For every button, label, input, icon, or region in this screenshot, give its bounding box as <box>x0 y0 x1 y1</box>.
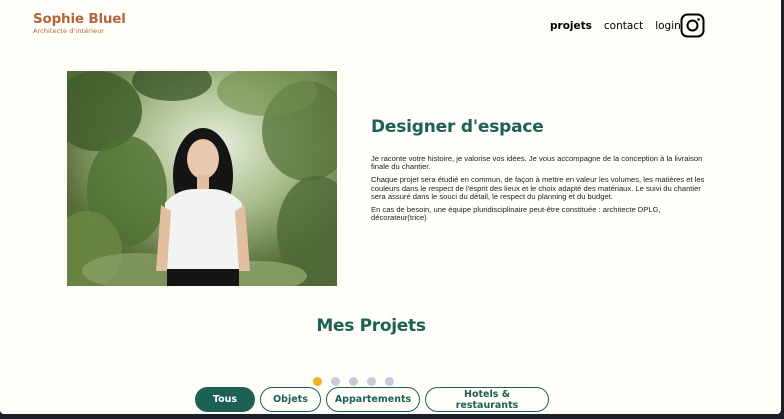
filter-bar: Tous Objets Appartements Hotels & restau… <box>195 387 554 412</box>
intro-text: Je raconte votre histoire, je valorise v… <box>371 154 716 227</box>
logo-subtitle: Architecte d'intérieur <box>33 27 105 35</box>
carousel-dots <box>313 377 403 386</box>
projects-title: Mes Projets <box>316 316 426 336</box>
nav-link-projets[interactable]: projets <box>550 20 592 32</box>
logo-name: Sophie Bluel <box>33 11 126 27</box>
main-nav: projets contact login <box>550 20 681 32</box>
filter-button-hotels-restaurants[interactable]: Hotels & restaurants <box>425 387 549 412</box>
filter-button-appartements[interactable]: Appartements <box>326 387 420 412</box>
instagram-icon[interactable] <box>680 13 705 38</box>
carousel-dot[interactable] <box>385 377 394 386</box>
filter-button-tous[interactable]: Tous <box>195 387 255 412</box>
logo[interactable]: Sophie Bluel Architecte d'intérieur <box>33 11 126 36</box>
intro-paragraph: Je raconte votre histoire, je valorise v… <box>371 154 703 172</box>
intro-title: Designer d'espace <box>371 117 544 137</box>
filter-button-objets[interactable]: Objets <box>260 387 321 412</box>
architect-portrait-photo <box>67 71 337 286</box>
nav-link-login[interactable]: login <box>655 20 681 32</box>
nav-link-contact[interactable]: contact <box>604 20 643 32</box>
intro-paragraph: Chaque projet sera étudié en commun, de … <box>371 175 705 202</box>
page: Sophie Bluel Architecte d'intérieur proj… <box>0 0 781 414</box>
carousel-dot[interactable] <box>331 377 340 386</box>
carousel-dot[interactable] <box>349 377 358 386</box>
carousel-dot[interactable] <box>367 377 376 386</box>
intro-paragraph: En cas de besoin, une équipe pluridiscip… <box>371 205 661 223</box>
carousel-dot[interactable] <box>313 377 322 386</box>
